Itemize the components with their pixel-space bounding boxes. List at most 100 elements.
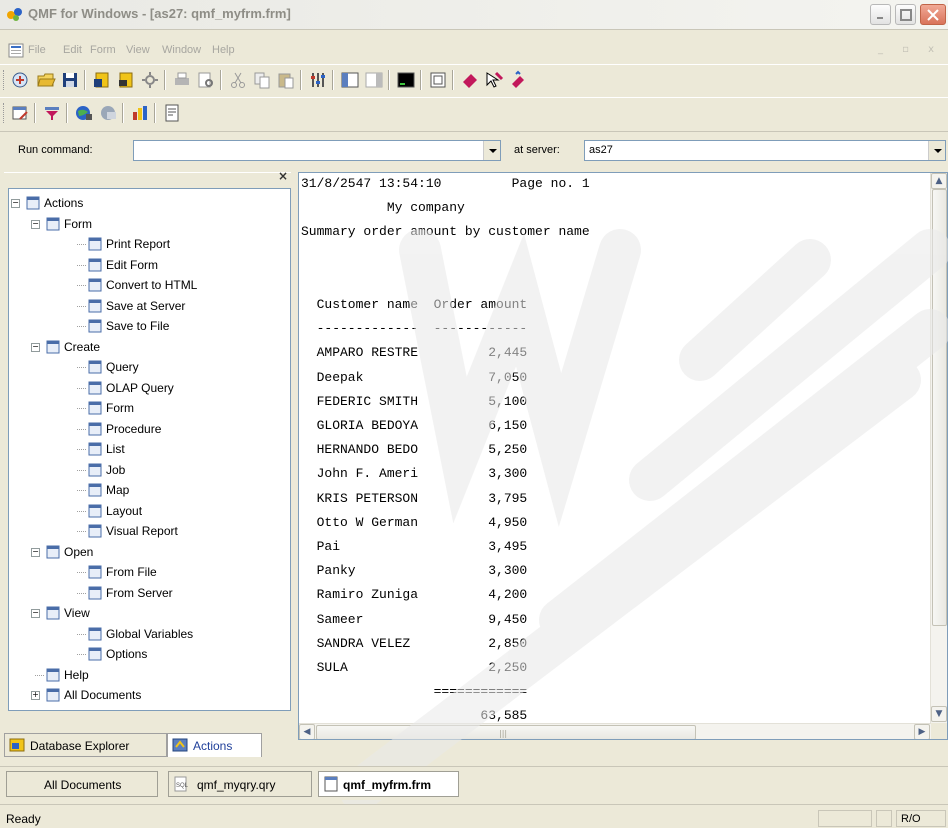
paste-icon[interactable] <box>276 70 296 90</box>
convert-html-icon <box>87 277 103 293</box>
status-panel <box>818 810 872 827</box>
view-icon <box>45 605 61 621</box>
horizontal-scrollbar[interactable]: ◀ ||| ▶ <box>299 723 931 739</box>
title-bar[interactable]: QMF for Windows - [as27: qmf_myfrm.frm] <box>0 0 948 30</box>
tree-item-label: Save at Server <box>106 298 186 313</box>
help-arrow-icon[interactable] <box>484 70 504 90</box>
form-icon <box>45 216 61 232</box>
actions-icon <box>172 738 188 752</box>
tree-item-label: Procedure <box>106 421 162 436</box>
svg-text:SQL: SQL <box>176 783 189 789</box>
collapse-icon[interactable]: − <box>31 547 40 557</box>
menu-file[interactable]: File <box>28 44 46 56</box>
toolbar-grip[interactable] <box>3 103 6 123</box>
collapse-icon[interactable]: − <box>31 609 40 618</box>
minimize-button[interactable] <box>870 4 891 25</box>
doc-tab-query[interactable]: SQL qmf_myqry.qry <box>168 771 312 797</box>
status-bar: Ready R/O <box>0 804 948 828</box>
chevron-down-icon[interactable] <box>483 141 500 160</box>
open-from-server-icon[interactable] <box>116 70 136 90</box>
scroll-left-button[interactable]: ◀ <box>299 724 315 739</box>
tree-item-label: Edit Form <box>106 257 159 272</box>
toolbar-separator <box>420 70 422 90</box>
scroll-down-button[interactable]: ▼ <box>931 706 947 722</box>
report-view[interactable]: 31/8/2547 13:54:10 Page no. 1 My company… <box>298 172 948 740</box>
settings-icon[interactable] <box>140 70 160 90</box>
scrollbar-thumb[interactable] <box>932 189 947 626</box>
document-menu-icon[interactable] <box>8 43 24 58</box>
scrollbar-thumb[interactable]: ||| <box>316 725 696 739</box>
print-report-icon[interactable] <box>162 103 182 123</box>
tree-connector <box>77 387 86 389</box>
tree-connector <box>35 674 44 676</box>
collapse-icon[interactable]: − <box>31 219 40 229</box>
collapse-icon[interactable]: − <box>31 342 40 352</box>
scroll-up-button[interactable]: ▲ <box>931 173 947 189</box>
maximize-button[interactable] <box>895 4 916 25</box>
server-value: as27 <box>589 144 613 156</box>
print-preview-icon[interactable] <box>196 70 216 90</box>
server-combo[interactable]: as27 <box>584 140 946 161</box>
report-line: Ramiro Zuniga 4,200 <box>301 587 528 603</box>
menu-window[interactable]: Window <box>162 44 201 56</box>
report-text: 31/8/2547 13:54:10 Page no. 1 My company… <box>299 173 931 723</box>
globe-icon[interactable] <box>98 103 118 123</box>
collapse-icon[interactable]: − <box>11 199 20 208</box>
window-title: QMF for Windows - [as27: qmf_myfrm.frm] <box>28 6 291 21</box>
chart-icon[interactable] <box>130 103 150 123</box>
maximize-pane-icon[interactable] <box>428 70 448 90</box>
tree-item-label: Layout <box>106 503 143 518</box>
open-folder-icon[interactable] <box>36 70 56 90</box>
help-book-icon[interactable] <box>508 70 528 90</box>
tree-item-label: Print Report <box>106 237 171 251</box>
edit-form-icon[interactable] <box>10 103 30 123</box>
scroll-right-button[interactable]: ▶ <box>914 724 930 739</box>
menu-help[interactable]: Help <box>212 44 235 56</box>
convert-html-icon[interactable] <box>74 103 94 123</box>
vertical-scrollbar[interactable]: ▲ ▼ <box>930 173 947 723</box>
save-at-server-icon[interactable] <box>92 70 112 90</box>
layout-b-icon[interactable] <box>364 70 384 90</box>
tab-label: Database Explorer <box>30 739 130 753</box>
procedure-icon <box>87 421 103 437</box>
toolbar-separator <box>220 70 222 90</box>
doc-tab-form[interactable]: qmf_myfrm.frm <box>318 771 459 797</box>
command-prompt-icon[interactable] <box>396 70 416 90</box>
report-line: SULA 2,250 <box>301 660 528 675</box>
menu-view[interactable]: View <box>126 44 150 56</box>
actions-tree[interactable]: Actions − Form − Print Report Edit Form Conver… <box>8 188 291 711</box>
tree-item-label: Convert to HTML <box>106 278 198 292</box>
tree-connector <box>77 531 86 532</box>
wizard-icon[interactable] <box>10 70 30 90</box>
close-button[interactable] <box>920 4 946 25</box>
options-icon[interactable] <box>308 70 328 90</box>
chevron-down-icon[interactable] <box>928 141 945 160</box>
toolbar-grip[interactable] <box>3 70 6 90</box>
tree-item-label: Global Variables <box>106 626 194 641</box>
open-folder-icon <box>87 564 103 580</box>
tree-connector <box>77 326 86 327</box>
tree-connector <box>77 244 86 245</box>
doc-tab-all-documents[interactable]: All Documents <box>6 771 158 797</box>
menu-edit[interactable]: Edit <box>63 44 82 56</box>
expand-icon[interactable]: + <box>31 691 40 700</box>
menu-form[interactable]: Form <box>90 44 116 56</box>
close-icon[interactable]: × <box>278 169 288 183</box>
doc-tab-label: All Documents <box>44 778 122 792</box>
mdi-window-controls[interactable]: _ ▫ x <box>878 44 942 55</box>
eraser-icon[interactable] <box>460 70 480 90</box>
run-command-combo[interactable] <box>133 140 501 161</box>
tree-item-label: View <box>64 606 90 620</box>
cut-icon[interactable] <box>228 70 248 90</box>
layout-a-icon[interactable] <box>340 70 360 90</box>
save-icon[interactable] <box>60 70 80 90</box>
report-line: KRIS PETERSON 3,795 <box>301 490 528 506</box>
tab-actions[interactable]: Actions <box>167 733 262 757</box>
tab-database-explorer[interactable]: Database Explorer <box>4 733 167 757</box>
status-panel-mode: R/O <box>896 810 946 827</box>
tree-item-label: OLAP Query <box>106 380 174 395</box>
print-report-icon <box>87 236 103 252</box>
funnel-icon[interactable] <box>42 103 62 123</box>
copy-icon[interactable] <box>252 70 272 90</box>
print-icon[interactable] <box>172 70 192 90</box>
